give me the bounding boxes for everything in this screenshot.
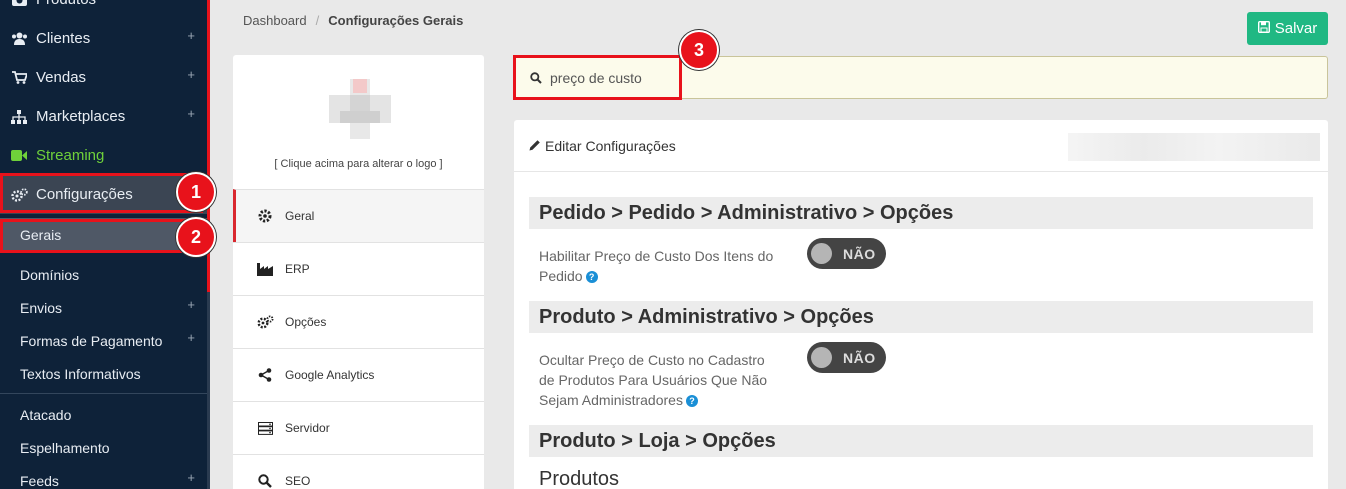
sidebar-subitem-label: Atacado — [20, 406, 72, 423]
sidebar-subitem-label: Domínios — [20, 266, 80, 283]
help-icon[interactable]: ? — [585, 271, 598, 284]
expand-icon[interactable]: + — [187, 330, 195, 345]
sidebar-subitem-envios[interactable]: Envios + — [0, 291, 207, 324]
step-badge-2: 2 — [176, 217, 216, 257]
factory-icon — [256, 262, 274, 276]
toggle-label: NÃO — [843, 349, 876, 366]
subsection-title: Produtos — [539, 468, 620, 489]
sidebar-subitem-label: Envios — [20, 299, 63, 316]
settings-menu-opcoes[interactable]: Opções — [233, 295, 484, 348]
sidebar-item-label: Streaming — [36, 147, 105, 164]
help-icon[interactable]: ? — [685, 395, 698, 408]
toggle-knob — [811, 347, 832, 368]
settings-menu-label: Geral — [285, 209, 315, 223]
users-icon — [10, 32, 28, 45]
settings-menu-geral[interactable]: Geral — [233, 189, 484, 242]
toggle-switch[interactable]: NÃO — [807, 238, 886, 269]
sidebar-subitem-label: Espelhamento — [20, 439, 110, 456]
sidebar-subitem-feeds[interactable]: Feeds + — [0, 464, 207, 489]
step-badge-1: 1 — [176, 172, 216, 212]
settings-menu-servidor[interactable]: Servidor — [233, 401, 484, 454]
breadcrumb-dashboard[interactable]: Dashboard — [243, 13, 307, 28]
sidebar-subitem-dominios[interactable]: Domínios — [0, 258, 207, 291]
sidebar-divider — [0, 393, 207, 394]
expand-icon[interactable]: + — [187, 297, 195, 312]
section-header: Pedido > Pedido > Administrativo > Opçõe… — [529, 197, 1313, 229]
sidebar-subitem-formas-de-pagamento[interactable]: Formas de Pagamento + — [0, 324, 207, 357]
expand-icon[interactable]: + — [187, 28, 195, 43]
redacted-text — [1068, 133, 1320, 161]
save-button[interactable]: Salvar — [1247, 12, 1328, 45]
settings-menu-erp[interactable]: ERP — [233, 242, 484, 295]
gears-icon — [256, 315, 274, 329]
sidebar-subitem-label: Textos Informativos — [20, 365, 141, 382]
pencil-icon — [529, 138, 541, 154]
settings-menu-seo[interactable]: SEO — [233, 454, 484, 489]
step-badge-3: 3 — [679, 30, 719, 70]
cart-icon — [10, 71, 28, 84]
expand-icon[interactable]: + — [187, 106, 195, 121]
toggle-label: NÃO — [843, 245, 876, 262]
highlight-box-configuracoes — [0, 173, 203, 213]
sidebar-item-label: Marketplaces — [36, 108, 126, 125]
settings-menu-label: Servidor — [285, 421, 330, 435]
toggle-switch[interactable]: NÃO — [807, 342, 886, 373]
sidebar-item-label: Produtos — [36, 0, 96, 8]
logo-caption: [ Clique acima para alterar o logo ] — [274, 158, 443, 170]
option-label-text: Ocultar Preço de Custo no Cadastro de Pr… — [539, 352, 768, 408]
settings-menu-label: Opções — [285, 315, 327, 329]
sidebar-subitem-espelhamento[interactable]: Espelhamento — [0, 431, 207, 464]
option-label: Habilitar Preço de Custo Dos Itens do Pe… — [539, 246, 784, 286]
gear-icon — [256, 209, 274, 223]
video-icon — [10, 150, 28, 161]
sidebar-subitem-textos-informativos[interactable]: Textos Informativos — [0, 357, 207, 390]
expand-icon[interactable]: + — [187, 470, 195, 485]
sidebar-item-clientes[interactable]: Clientes + — [0, 19, 207, 58]
sidebar-item-label: Vendas — [36, 69, 87, 86]
sidebar-item-produtos[interactable]: Produtos + — [0, 0, 207, 19]
expand-icon[interactable]: + — [187, 0, 195, 4]
sidebar-border — [207, 292, 210, 489]
save-button-label: Salvar — [1274, 20, 1318, 37]
share-icon — [256, 368, 274, 382]
sidebar-item-marketplaces[interactable]: Marketplaces + — [0, 97, 207, 136]
settings-menu-google-analytics[interactable]: Google Analytics — [233, 348, 484, 401]
expand-icon[interactable]: + — [187, 67, 195, 82]
settings-menu-label: ERP — [285, 262, 310, 276]
edit-settings-panel: Editar Configurações Pedido > Pedido > A… — [514, 120, 1328, 489]
option-label-text: Habilitar Preço de Custo Dos Itens do Pe… — [539, 248, 774, 284]
sidebar-subitem-label: Feeds — [20, 472, 59, 489]
sidebar-item-streaming[interactable]: Streaming — [0, 136, 207, 175]
search-icon — [256, 474, 274, 488]
settings-menu-panel: [ Clique acima para alterar o logo ] Ger… — [233, 55, 484, 489]
sidebar-item-vendas[interactable]: Vendas + — [0, 58, 207, 97]
toggle-knob — [811, 243, 832, 264]
sidebar-item-label: Clientes — [36, 30, 91, 47]
settings-menu-label: SEO — [285, 474, 311, 488]
logo-placeholder[interactable] — [329, 79, 391, 139]
sitemap-icon — [10, 109, 28, 124]
camera-icon — [10, 0, 28, 6]
floppy-icon — [1257, 20, 1270, 37]
sidebar-subitem-atacado[interactable]: Atacado — [0, 398, 207, 431]
settings-menu-label: Google Analytics — [285, 368, 375, 382]
section-header: Produto > Administrativo > Opções — [529, 301, 1313, 333]
breadcrumb-current: Configurações Gerais — [328, 13, 464, 28]
breadcrumb: Dashboard / Configurações Gerais — [243, 13, 463, 28]
highlight-box-gerais — [0, 219, 203, 253]
option-label: Ocultar Preço de Custo no Cadastro de Pr… — [539, 350, 784, 410]
breadcrumb-separator: / — [315, 13, 320, 28]
sidebar-subitem-label: Formas de Pagamento — [20, 332, 163, 349]
server-icon — [256, 421, 274, 435]
edit-settings-title: Editar Configurações — [545, 137, 676, 154]
highlight-box-search — [513, 55, 682, 100]
section-header: Produto > Loja > Opções — [529, 425, 1313, 457]
